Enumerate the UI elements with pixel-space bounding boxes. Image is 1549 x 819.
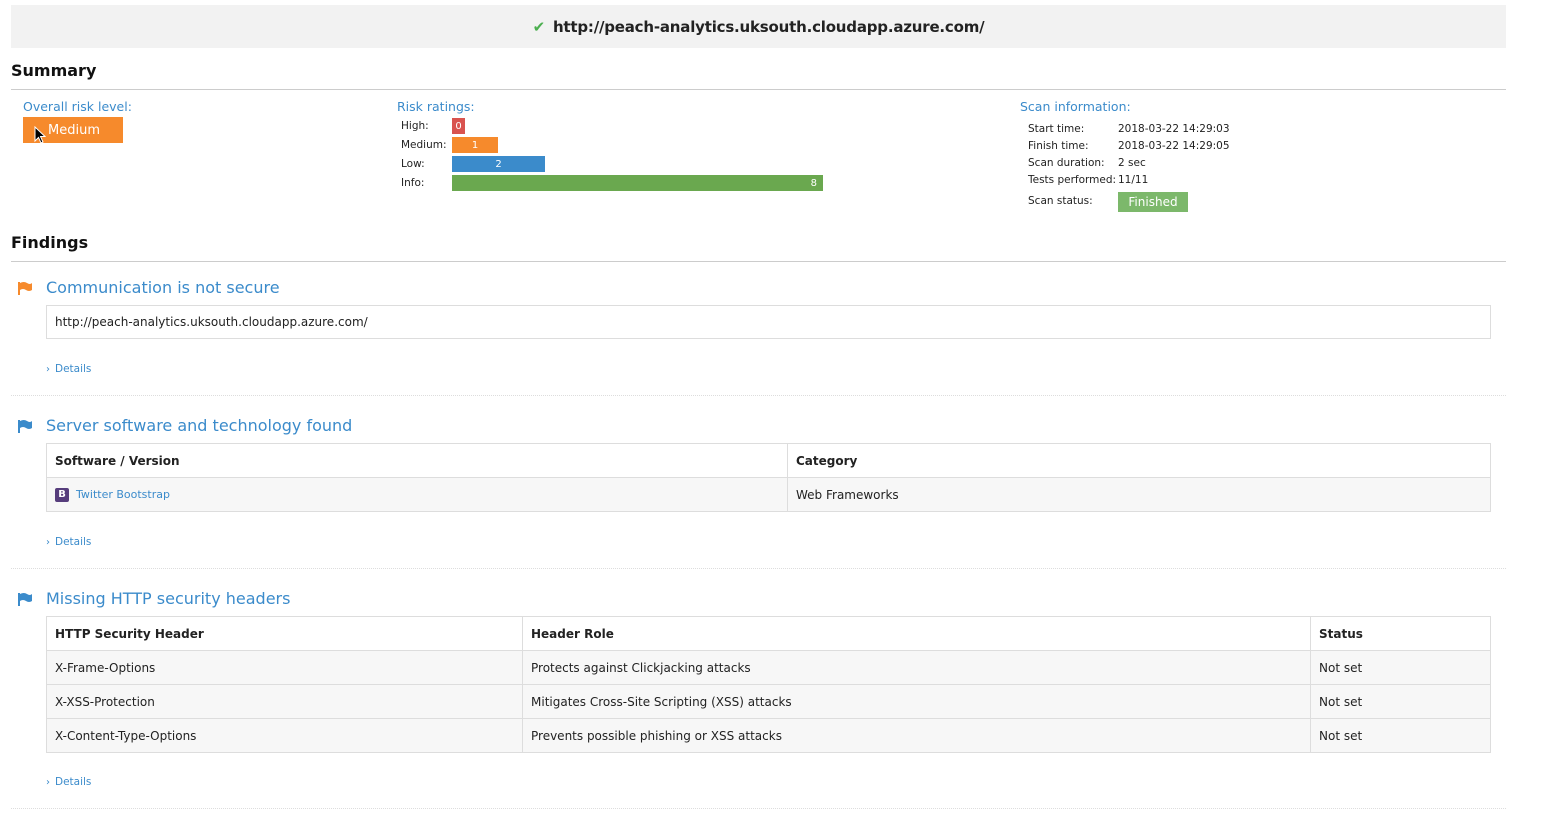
rating-info-bar: 8 (452, 175, 823, 191)
software-cell: B Twitter Bootstrap (46, 477, 788, 512)
column-header: HTTP Security Header (46, 616, 523, 651)
finding-title-communication[interactable]: Communication is not secure (46, 278, 280, 297)
details-label: Details (55, 363, 92, 375)
mouse-cursor-icon (34, 126, 46, 144)
column-header: Category (787, 443, 1491, 478)
table-row: X-Frame-Options Protects against Clickja… (46, 650, 1491, 685)
findings-heading: Findings (11, 233, 89, 252)
rating-high-bar: 0 (452, 118, 465, 134)
start-time-value: 2018-03-22 14:29:03 (1118, 123, 1230, 135)
chevron-right-icon: › (46, 537, 50, 548)
finding-divider (11, 568, 1506, 569)
finding-divider (11, 395, 1506, 396)
details-label: Details (55, 776, 92, 788)
rating-medium-label: Medium: (401, 139, 447, 151)
status-cell: Not set (1310, 684, 1491, 719)
finish-time-value: 2018-03-22 14:29:05 (1118, 140, 1230, 152)
status-cell: Not set (1310, 718, 1491, 753)
flag-icon (18, 282, 32, 295)
column-header: Header Role (522, 616, 1311, 651)
target-url-bar: ✔ http://peach-analytics.uksouth.cloudap… (11, 5, 1506, 48)
scan-status-badge: Finished (1118, 192, 1188, 212)
rating-low-bar: 2 (452, 156, 545, 172)
role-cell: Mitigates Cross-Site Scripting (XSS) att… (522, 684, 1311, 719)
finding-divider (11, 808, 1506, 809)
flag-icon (18, 593, 32, 606)
overall-risk-label: Overall risk level: (23, 99, 132, 114)
status-cell: Not set (1310, 650, 1491, 685)
finish-time-label: Finish time: (1028, 140, 1089, 152)
scan-information-label: Scan information: (1020, 99, 1131, 114)
finding-title-server-software[interactable]: Server software and technology found (46, 416, 352, 435)
details-link[interactable]: › Details (46, 536, 91, 548)
insecure-url-box: http://peach-analytics.uksouth.cloudapp.… (46, 305, 1491, 339)
rating-high-count: 0 (455, 120, 462, 132)
details-label: Details (55, 536, 92, 548)
software-link[interactable]: Twitter Bootstrap (76, 488, 170, 501)
details-link[interactable]: › Details (46, 363, 91, 375)
rating-medium-count: 1 (471, 139, 479, 151)
scan-duration-label: Scan duration: (1028, 157, 1105, 169)
header-cell: X-Content-Type-Options (46, 718, 523, 753)
start-time-label: Start time: (1028, 123, 1085, 135)
finding-title-missing-headers[interactable]: Missing HTTP security headers (46, 589, 290, 608)
findings-divider (11, 261, 1506, 262)
target-url: http://peach-analytics.uksouth.cloudapp.… (552, 17, 985, 36)
column-header: Software / Version (46, 443, 788, 478)
bootstrap-icon: B (55, 487, 69, 502)
check-icon: ✔ (532, 17, 546, 36)
summary-divider (11, 89, 1506, 90)
rating-high-label: High: (401, 120, 429, 132)
role-cell: Prevents possible phishing or XSS attack… (522, 718, 1311, 753)
role-cell: Protects against Clickjacking attacks (522, 650, 1311, 685)
column-header: Status (1310, 616, 1491, 651)
table-row: B Twitter Bootstrap Web Frameworks (46, 477, 1491, 512)
flag-icon (18, 420, 32, 433)
scan-status-label: Scan status: (1028, 195, 1093, 207)
tests-performed-value: 11/11 (1118, 174, 1149, 186)
rating-medium-bar: 1 (452, 137, 498, 153)
table-row: X-Content-Type-Options Prevents possible… (46, 718, 1491, 753)
rating-info-label: Info: (401, 177, 425, 189)
rating-low-count: 2 (495, 158, 502, 170)
tests-performed-label: Tests performed: (1028, 174, 1117, 186)
rating-info-count: 8 (810, 177, 817, 189)
table-row: X-XSS-Protection Mitigates Cross-Site Sc… (46, 684, 1491, 719)
security-headers-table: HTTP Security Header Header Role Status … (46, 616, 1491, 753)
software-table: Software / Version Category B Twitter Boo… (46, 443, 1491, 512)
chevron-right-icon: › (46, 777, 50, 788)
category-cell: Web Frameworks (787, 477, 1491, 512)
chevron-right-icon: › (46, 364, 50, 375)
summary-heading: Summary (11, 61, 97, 80)
risk-ratings-label: Risk ratings: (397, 99, 475, 114)
details-link[interactable]: › Details (46, 776, 91, 788)
header-cell: X-XSS-Protection (46, 684, 523, 719)
scan-duration-value: 2 sec (1118, 157, 1146, 169)
header-cell: X-Frame-Options (46, 650, 523, 685)
insecure-url: http://peach-analytics.uksouth.cloudapp.… (55, 315, 368, 329)
rating-low-label: Low: (401, 158, 425, 170)
overall-risk-value: Medium (48, 122, 100, 138)
